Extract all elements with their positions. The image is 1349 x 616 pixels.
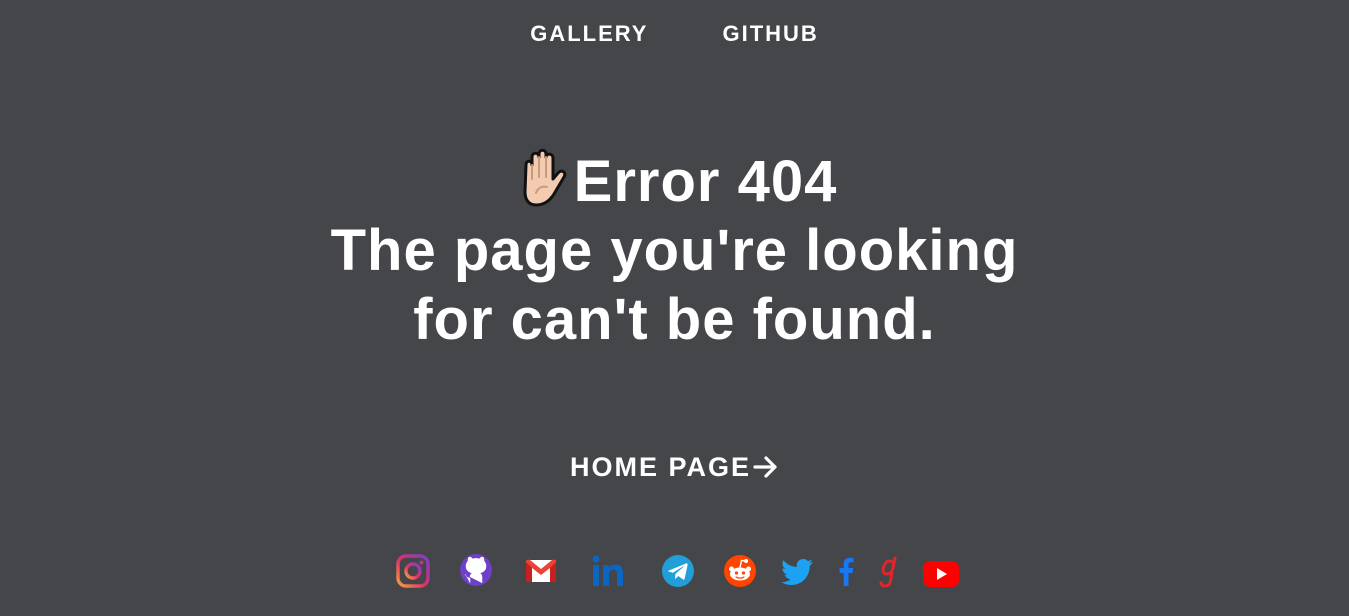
- telegram-link[interactable]: [661, 552, 695, 592]
- gmail-icon: [526, 559, 556, 582]
- goodreads-link[interactable]: [876, 552, 900, 592]
- reddit-icon: [724, 555, 756, 587]
- github-link[interactable]: [459, 552, 493, 592]
- instagram-link[interactable]: [396, 552, 430, 592]
- facebook-icon: [839, 557, 854, 586]
- home-link-container: HOME PAGE: [0, 450, 1349, 484]
- telegram-icon: [662, 555, 694, 587]
- github-icon: [460, 554, 492, 586]
- arrow-right-icon: [753, 456, 777, 478]
- error-title: Error 404: [573, 149, 838, 214]
- youtube-icon: [923, 561, 959, 587]
- social-links: [396, 552, 962, 592]
- twitter-icon: [781, 559, 813, 585]
- error-page: GALLERY GITHUB Error 404 The page you're…: [0, 0, 1349, 616]
- facebook-link[interactable]: [836, 552, 856, 592]
- home-page-link[interactable]: HOME PAGE: [570, 452, 779, 482]
- nav-link-gallery[interactable]: GALLERY: [530, 20, 648, 48]
- goodreads-icon: [879, 556, 897, 588]
- linkedin-link[interactable]: [591, 552, 625, 592]
- instagram-icon: [396, 554, 430, 588]
- nav-link-github[interactable]: GITHUB: [722, 20, 818, 48]
- twitter-link[interactable]: [779, 552, 815, 592]
- error-title-line: Error 404: [0, 145, 1349, 216]
- home-page-label: HOME PAGE: [569, 452, 751, 482]
- gmail-link[interactable]: [523, 552, 559, 592]
- error-message-line-1: The page you're looking: [330, 218, 1019, 283]
- error-message-line-2: for can't be found.: [413, 287, 936, 352]
- youtube-link[interactable]: [922, 552, 960, 592]
- top-nav: GALLERY GITHUB: [0, 20, 1349, 48]
- raised-hand-icon: [523, 148, 566, 207]
- reddit-link[interactable]: [723, 552, 757, 592]
- error-heading: Error 404 The page you're looking for ca…: [0, 145, 1349, 354]
- linkedin-icon: [592, 555, 623, 586]
